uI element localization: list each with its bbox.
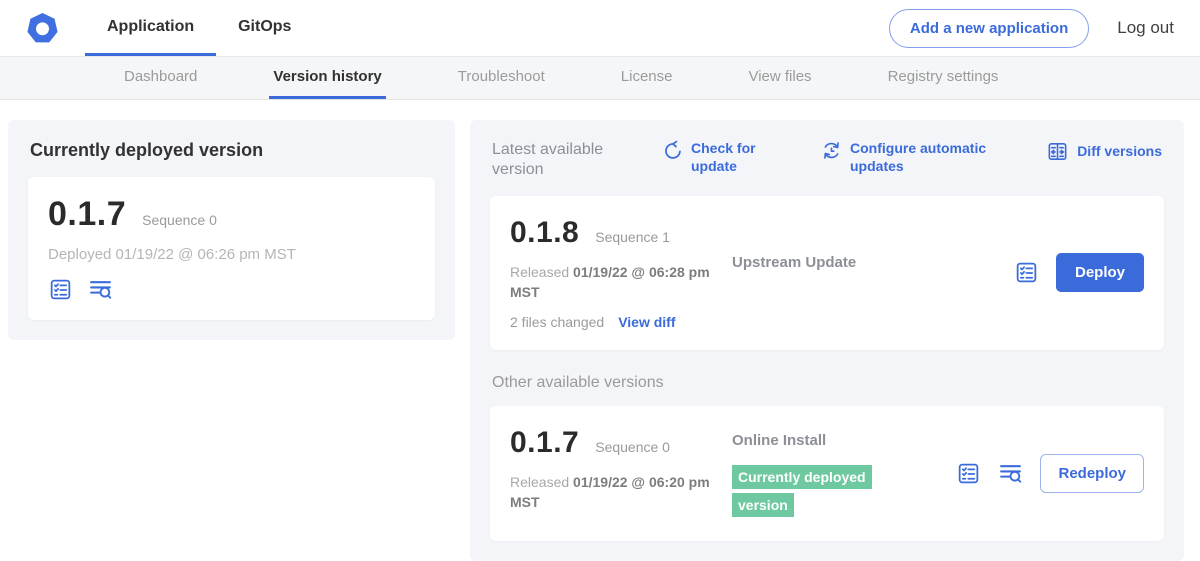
subnav-version-history-label: Version history bbox=[273, 68, 381, 85]
subnav-license[interactable]: License bbox=[617, 57, 677, 99]
files-changed-row: 2 files changed View diff bbox=[510, 314, 722, 330]
logs-icon[interactable] bbox=[88, 277, 113, 302]
tab-gitops-label: GitOps bbox=[238, 18, 291, 36]
other-version-number: 0.1.7 bbox=[510, 426, 579, 460]
subnav-registry-settings[interactable]: Registry settings bbox=[884, 57, 1003, 99]
currently-deployed-panel: Currently deployed version 0.1.7 Sequenc… bbox=[8, 120, 455, 340]
subnav-dashboard[interactable]: Dashboard bbox=[120, 57, 201, 99]
checklist-icon[interactable] bbox=[1014, 260, 1039, 285]
subnav-view-files[interactable]: View files bbox=[744, 57, 815, 99]
top-nav: Application GitOps Add a new application… bbox=[0, 0, 1200, 57]
auto-update-icon bbox=[821, 140, 842, 161]
deploy-button[interactable]: Deploy bbox=[1056, 253, 1144, 292]
view-diff-link[interactable]: View diff bbox=[618, 314, 675, 330]
online-install-label: Online Install bbox=[732, 432, 826, 449]
tab-application[interactable]: Application bbox=[85, 0, 216, 56]
app-logo-icon bbox=[26, 12, 59, 45]
files-changed-count: 2 files changed bbox=[510, 314, 604, 330]
subnav-version-history[interactable]: Version history bbox=[269, 57, 385, 99]
deployed-version-number: 0.1.7 bbox=[48, 195, 126, 234]
deployed-version-card: 0.1.7 Sequence 0 Deployed 01/19/22 @ 06:… bbox=[28, 177, 435, 320]
checklist-icon[interactable] bbox=[48, 277, 73, 302]
latest-version-actions: Deploy bbox=[1014, 253, 1144, 292]
check-for-update-button[interactable]: Check for update bbox=[662, 140, 763, 175]
available-versions-header: Latest available version Check for updat… bbox=[492, 140, 1162, 180]
subnav-view-files-label: View files bbox=[748, 68, 811, 85]
main-content: Currently deployed version 0.1.7 Sequenc… bbox=[0, 100, 1200, 561]
top-nav-right: Add a new application Log out bbox=[889, 0, 1174, 56]
checklist-icon[interactable] bbox=[956, 461, 981, 486]
tab-application-label: Application bbox=[107, 18, 194, 36]
latest-available-title: Latest available version bbox=[492, 140, 644, 180]
released-label: Released bbox=[510, 264, 569, 280]
version-row: 0.1.7 Sequence 0 bbox=[48, 195, 415, 234]
subnav-registry-settings-label: Registry settings bbox=[888, 68, 999, 85]
currently-deployed-badge: Currently deployed version bbox=[732, 465, 872, 518]
other-version-actions: Redeploy bbox=[956, 454, 1144, 493]
latest-version-card: 0.1.8 Sequence 1 Released 01/19/22 @ 06:… bbox=[490, 196, 1164, 350]
deployed-badge-wrap: Currently deployed version bbox=[732, 464, 884, 522]
other-sequence: Sequence 0 bbox=[595, 439, 670, 455]
top-tabs: Application GitOps bbox=[85, 0, 313, 56]
refresh-icon bbox=[662, 140, 683, 161]
app-logo[interactable] bbox=[26, 0, 59, 56]
other-version-info: 0.1.7 Sequence 0 Released 01/19/22 @ 06:… bbox=[510, 426, 722, 513]
redeploy-button[interactable]: Redeploy bbox=[1040, 454, 1144, 493]
other-released-timestamp: Released 01/19/22 @ 06:20 pm MST bbox=[510, 472, 722, 513]
latest-released-timestamp: Released 01/19/22 @ 06:28 pm MST bbox=[510, 262, 722, 303]
subnav-troubleshoot-label: Troubleshoot bbox=[458, 68, 545, 85]
check-for-update-label: Check for update bbox=[691, 140, 763, 175]
upstream-update-label: Upstream Update bbox=[732, 254, 856, 271]
available-versions-panel: Latest available version Check for updat… bbox=[470, 120, 1184, 561]
app-sub-nav: Dashboard Version history Troubleshoot L… bbox=[0, 57, 1200, 100]
configure-auto-updates-label: Configure automatic updates bbox=[850, 140, 1002, 175]
other-versions-title: Other available versions bbox=[492, 374, 1162, 392]
subnav-dashboard-label: Dashboard bbox=[124, 68, 197, 85]
configure-auto-updates-button[interactable]: Configure automatic updates bbox=[821, 140, 1002, 175]
released-label: Released bbox=[510, 474, 569, 490]
currently-deployed-title: Currently deployed version bbox=[30, 140, 433, 161]
latest-sequence: Sequence 1 bbox=[595, 229, 670, 245]
deployed-sequence: Sequence 0 bbox=[142, 212, 217, 228]
diff-versions-label: Diff versions bbox=[1077, 143, 1162, 161]
diff-icon bbox=[1046, 140, 1069, 163]
other-version-source: Online Install Currently deployed versio… bbox=[722, 426, 956, 522]
deployed-actions bbox=[48, 277, 415, 302]
latest-version-source: Upstream Update bbox=[722, 216, 1014, 272]
latest-version-info: 0.1.8 Sequence 1 Released 01/19/22 @ 06:… bbox=[510, 216, 722, 330]
diff-versions-button[interactable]: Diff versions bbox=[1046, 140, 1162, 163]
subnav-license-label: License bbox=[621, 68, 673, 85]
add-application-button[interactable]: Add a new application bbox=[889, 9, 1089, 48]
latest-version-number: 0.1.8 bbox=[510, 216, 579, 250]
logout-link[interactable]: Log out bbox=[1117, 18, 1174, 38]
logs-icon[interactable] bbox=[998, 461, 1023, 486]
other-version-card: 0.1.7 Sequence 0 Released 01/19/22 @ 06:… bbox=[490, 406, 1164, 542]
tab-gitops[interactable]: GitOps bbox=[216, 0, 313, 56]
deployed-timestamp: Deployed 01/19/22 @ 06:26 pm MST bbox=[48, 246, 415, 263]
subnav-troubleshoot[interactable]: Troubleshoot bbox=[454, 57, 549, 99]
